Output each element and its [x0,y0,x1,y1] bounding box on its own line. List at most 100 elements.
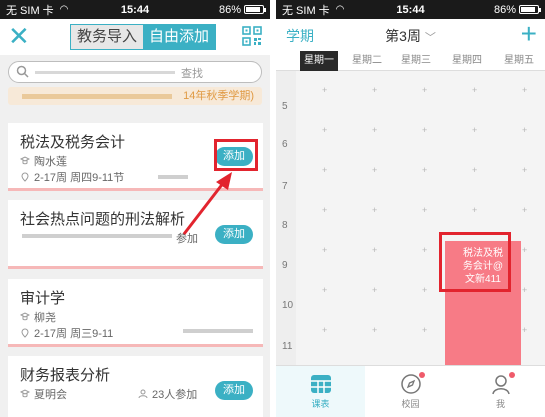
grid-cross-mark: + [372,85,378,95]
tab-schedule[interactable]: 课表 [276,366,365,417]
people-icon [138,389,148,399]
course-title: 税法及税务会计 [20,134,126,151]
highlight-box [439,232,511,292]
day-fri[interactable]: 星期五 [500,51,538,71]
weekday-header: 星期一 星期二 星期三 星期四 星期五 [276,51,545,71]
teacher-row: 柳尧 [20,309,56,325]
teacher-icon [20,389,30,398]
battery-percent: 86% [218,3,241,16]
source-segmented-control: 教务导入 自由添加 [70,24,217,50]
grid-cross-mark: + [422,245,428,255]
teacher-row: 陶水莲 [20,153,67,169]
grid-cross-mark: + [472,125,478,135]
grid-cross-mark: + [472,165,478,175]
add-course-button[interactable]: 添加 [215,381,253,400]
tab-free-add[interactable]: 自由添加 [143,25,216,49]
grid-cross-mark: + [472,205,478,215]
redacted-text [183,329,253,333]
tab-label: 校园 [401,399,420,409]
tab-label: 课表 [311,399,330,409]
search-placeholder: 查找 [181,68,203,80]
battery-indicator: 86% [218,3,266,16]
add-course-header: ✕ 教务导入 自由添加 [0,19,270,55]
chevron-down-icon: ﹀ [424,32,436,44]
teacher-icon [20,312,30,321]
battery-icon [519,5,541,14]
tab-import[interactable]: 教务导入 [71,25,144,49]
grid-cross-mark: + [372,325,378,335]
grid-cross-mark: + [522,85,528,95]
course-card[interactable]: 财务报表分析 夏明会 23人参加 添加 [8,356,263,417]
person-icon [490,372,515,395]
search-input[interactable]: 查找 [8,61,262,83]
grid-cross-mark: + [422,85,428,95]
bottom-tab-bar: 课表 校园 我 [276,365,545,417]
status-bar: 无 SIM 卡 ◠ 15:44 86% [276,0,545,19]
day-thu[interactable]: 星期四 [448,51,486,71]
teacher-name: 夏明会 [34,389,67,401]
grid-cross-mark: + [322,165,328,175]
grid-cross-mark: + [522,165,528,175]
hour-label: 10 [282,300,294,311]
course-title: 财务报表分析 [20,367,111,384]
search-icon [16,65,29,78]
participants-row: 23人参加 [138,386,197,402]
hour-label: 11 [282,341,293,352]
grid-cross-mark: + [322,285,328,295]
grid-cross-mark: + [322,245,328,255]
grid-cross-mark: + [372,165,378,175]
redacted-text [35,71,175,74]
wifi-icon: ◠ [59,4,69,15]
status-bar: 无 SIM 卡 ◠ 15:44 86% [0,0,270,19]
hour-label: 7 [282,181,288,192]
week-label: 第3周 [385,28,421,44]
close-icon[interactable]: ✕ [8,23,30,49]
battery-indicator: 86% [494,4,541,16]
grid-cross-mark: + [422,165,428,175]
tab-me[interactable]: 我 [456,366,545,417]
grid-cross-mark: + [522,285,528,295]
grid-cross-mark: + [322,205,328,215]
grid-cross-mark: + [422,205,428,215]
schedule-row: 2-17周 周三9-11 [20,325,113,341]
plus-icon[interactable]: + [521,19,537,49]
grid-cross-mark: + [372,125,378,135]
carrier-label: 无 SIM 卡 [6,4,54,17]
week-selector[interactable]: 第3周 ﹀ [276,26,545,46]
hour-label: 8 [282,220,288,231]
grid-cross-mark: + [472,85,478,95]
grid-cross-mark: + [522,245,528,255]
day-tue[interactable]: 星期二 [348,51,386,71]
grid-cross-mark: + [322,125,328,135]
course-title: 社会热点问题的刑法解析 [20,211,186,228]
time-column: 5 6 7 8 9 10 11 [276,71,296,365]
grid-cross-mark: + [422,285,428,295]
semester-banner: 14年秋季学期) [8,87,262,105]
course-time: 2-17周 周四9-11节 [34,172,125,184]
course-title: 审计学 [20,290,66,307]
redacted-text [22,234,172,238]
tab-label: 我 [495,399,505,409]
teacher-name: 柳尧 [34,312,56,324]
schedule-icon [310,373,332,395]
semester-label: 14年秋季学期) [183,90,254,102]
schedule-header: 学期 第3周 ﹀ + [276,19,545,51]
grid-cross-mark: + [422,125,428,135]
pointer-arrow [182,172,232,235]
location-icon [21,172,29,182]
schedule-row: 2-17周 周四9-11节 [20,169,124,185]
teacher-name: 陶水莲 [34,156,67,168]
participant-count: 23人参加 [152,389,198,401]
teacher-icon [20,156,30,165]
carrier-label: 无 SIM 卡 [282,4,330,17]
grid-cross-mark: + [372,245,378,255]
location-icon [21,328,29,338]
battery-icon [244,5,266,14]
hour-label: 9 [282,260,288,271]
day-wed[interactable]: 星期三 [397,51,435,71]
tab-campus[interactable]: 校园 [366,366,455,417]
grid-cross-mark: + [322,325,328,335]
course-card[interactable]: 审计学 柳尧 2-17周 周三9-11 [8,279,263,347]
qr-code-icon[interactable] [242,26,262,46]
day-mon[interactable]: 星期一 [300,51,338,71]
